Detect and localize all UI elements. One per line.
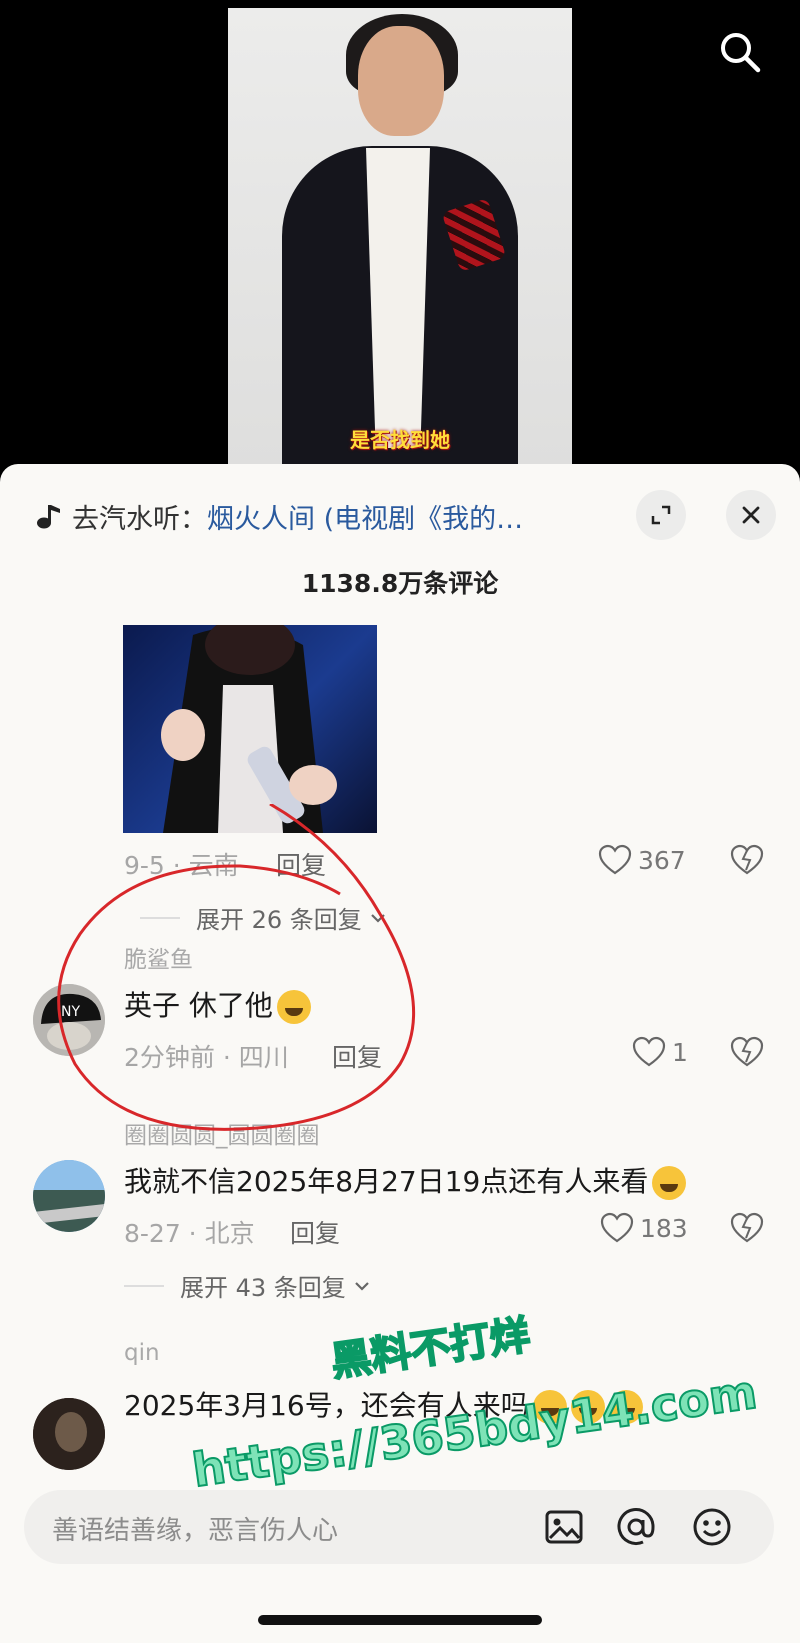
like-count: 183 <box>640 1213 688 1243</box>
music-prefix: 去汽水听： <box>72 503 207 535</box>
avatar-image <box>33 1398 105 1470</box>
broken-heart-icon[interactable] <box>730 1212 764 1244</box>
reply-button[interactable]: 回复 <box>290 1214 340 1250</box>
video-subtitle: 是否找到她 <box>350 428 450 452</box>
search-icon[interactable] <box>716 28 764 76</box>
video-person-face <box>358 26 444 136</box>
like-count: 367 <box>638 845 686 875</box>
expand-icon <box>651 505 671 525</box>
comment-image[interactable] <box>123 625 377 833</box>
comment-text-content: 我就不信2025年8月27日19点还有人来看 <box>124 1165 649 1198</box>
annotation-circle <box>57 804 416 1131</box>
music-note-icon <box>37 505 60 529</box>
like-button[interactable]: 367 <box>598 844 686 876</box>
broken-heart-icon[interactable] <box>730 1036 764 1068</box>
avatar[interactable] <box>33 1398 105 1470</box>
music-title[interactable]: 烟火人间 (电视剧《我的… <box>207 497 523 536</box>
video-frame: 是否找到她 <box>228 8 572 470</box>
expand-button[interactable] <box>636 490 686 540</box>
like-count: 1 <box>672 1037 688 1067</box>
comment-sheet: 去汽水听： 烟火人间 (电视剧《我的… 1138.8万条评论 9-5 · 云南 … <box>0 464 800 1643</box>
music-link[interactable]: 去汽水听： 烟火人间 (电视剧《我的… <box>36 494 523 538</box>
yawn-emoji-icon <box>652 1166 687 1200</box>
emoji-icon[interactable] <box>690 1505 734 1549</box>
comment-username[interactable]: qin <box>124 1340 160 1366</box>
expand-replies-label: 展开 43 条回复 <box>180 1274 346 1302</box>
heart-icon <box>600 1212 634 1243</box>
comment-meta: 8-27 · 北京 <box>124 1219 255 1248</box>
image-icon[interactable] <box>542 1505 586 1549</box>
comment-photo <box>161 625 337 833</box>
expand-replies[interactable]: 展开 43 条回复 <box>124 1268 372 1303</box>
comment-count: 1138.8万条评论 <box>301 569 499 598</box>
heart-icon <box>598 844 632 875</box>
chevron-down-icon <box>355 1281 369 1291</box>
close-icon <box>742 506 760 524</box>
expand-divider <box>124 1284 164 1287</box>
like-button[interactable]: 183 <box>600 1212 688 1244</box>
avatar[interactable] <box>33 1160 105 1232</box>
watermark-line1: 黑料不打烊 <box>327 1311 533 1386</box>
comment-text: 我就不信2025年8月27日19点还有人来看 <box>124 1160 687 1200</box>
comment-input[interactable]: 善语结善缘，恶言伤人心 <box>24 1490 774 1564</box>
avatar-image <box>33 1160 105 1232</box>
home-indicator[interactable] <box>258 1615 542 1625</box>
broken-heart-icon[interactable] <box>730 844 764 876</box>
close-button[interactable] <box>726 490 776 540</box>
heart-icon <box>632 1036 666 1067</box>
comment-input-placeholder: 善语结善缘，恶言伤人心 <box>52 1516 339 1546</box>
video-player[interactable]: 是否找到她 <box>0 0 800 470</box>
at-icon[interactable] <box>614 1505 658 1549</box>
like-button[interactable]: 1 <box>632 1036 688 1068</box>
